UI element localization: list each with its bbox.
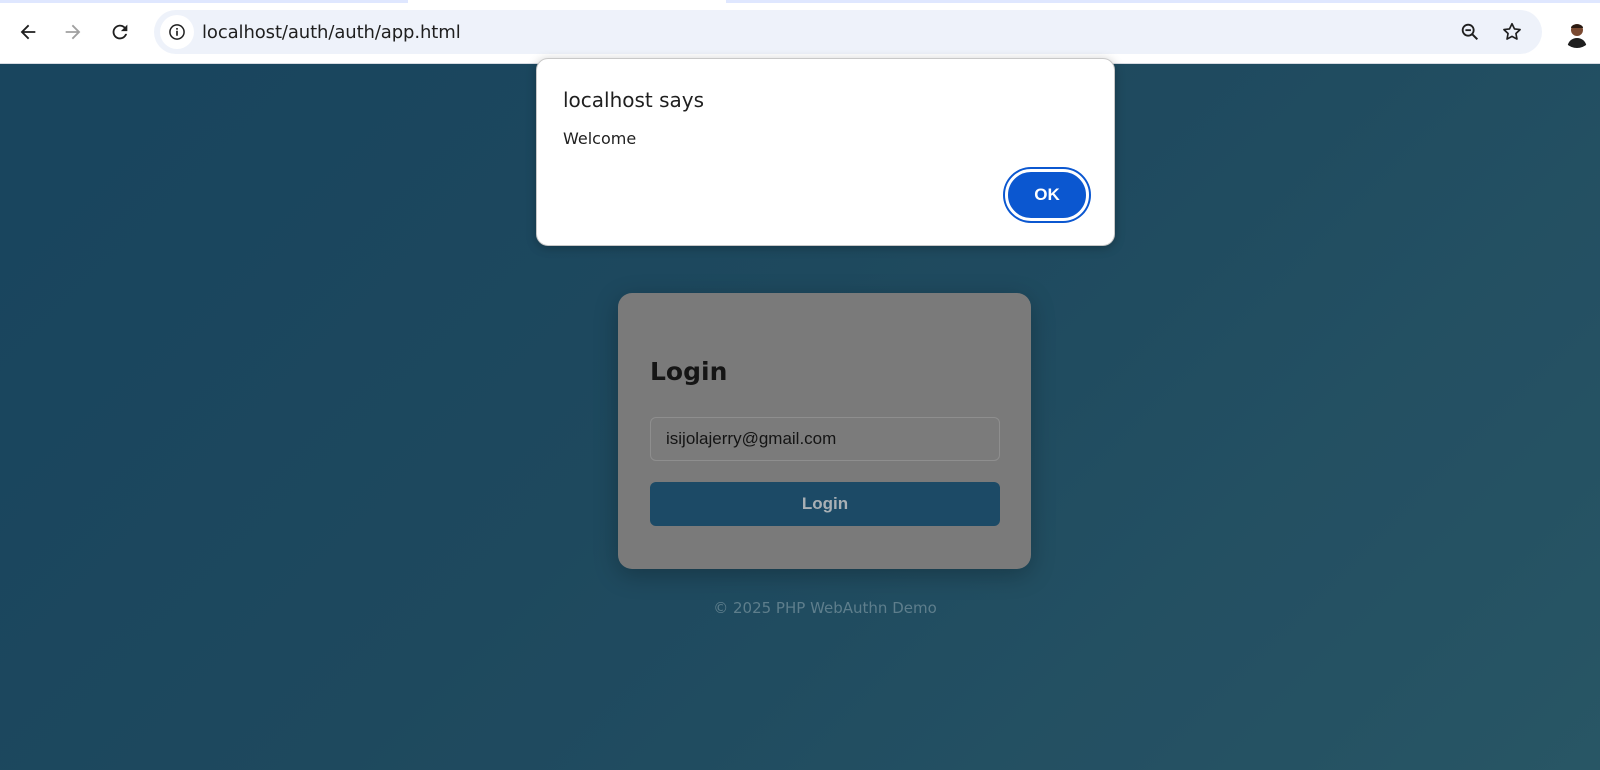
address-bar[interactable]: localhost/auth/auth/app.html [154,10,1542,54]
reload-icon [112,24,128,40]
zoom-button[interactable] [1458,20,1482,44]
dialog-message: Welcome [563,129,637,148]
active-tab-edge [408,0,726,3]
zoom-out-icon [1461,23,1479,41]
profile-avatar[interactable] [1562,18,1592,48]
site-info-button[interactable] [160,15,194,49]
bookmark-button[interactable] [1500,20,1524,44]
alert-dialog: localhost says Welcome OK [536,58,1115,246]
browser-toolbar: localhost/auth/auth/app.html [0,0,1600,64]
login-card: Login Login [618,293,1031,569]
forward-arrow-icon [65,24,81,40]
url-text[interactable]: localhost/auth/auth/app.html [202,22,461,43]
star-icon [1503,22,1521,40]
forward-button[interactable] [55,14,91,50]
back-arrow-icon [20,24,36,40]
tab-strip-edge [0,0,1600,3]
login-title: Login [650,357,728,386]
avatar-icon [1567,24,1587,48]
login-button[interactable]: Login [650,482,1000,526]
back-button[interactable] [10,14,46,50]
email-input[interactable] [650,417,1000,461]
ok-button[interactable]: OK [1005,169,1089,221]
dialog-title: localhost says [563,88,705,112]
reload-button[interactable] [102,14,138,50]
info-icon [169,24,185,40]
footer-text: © 2025 PHP WebAuthn Demo [713,599,937,617]
